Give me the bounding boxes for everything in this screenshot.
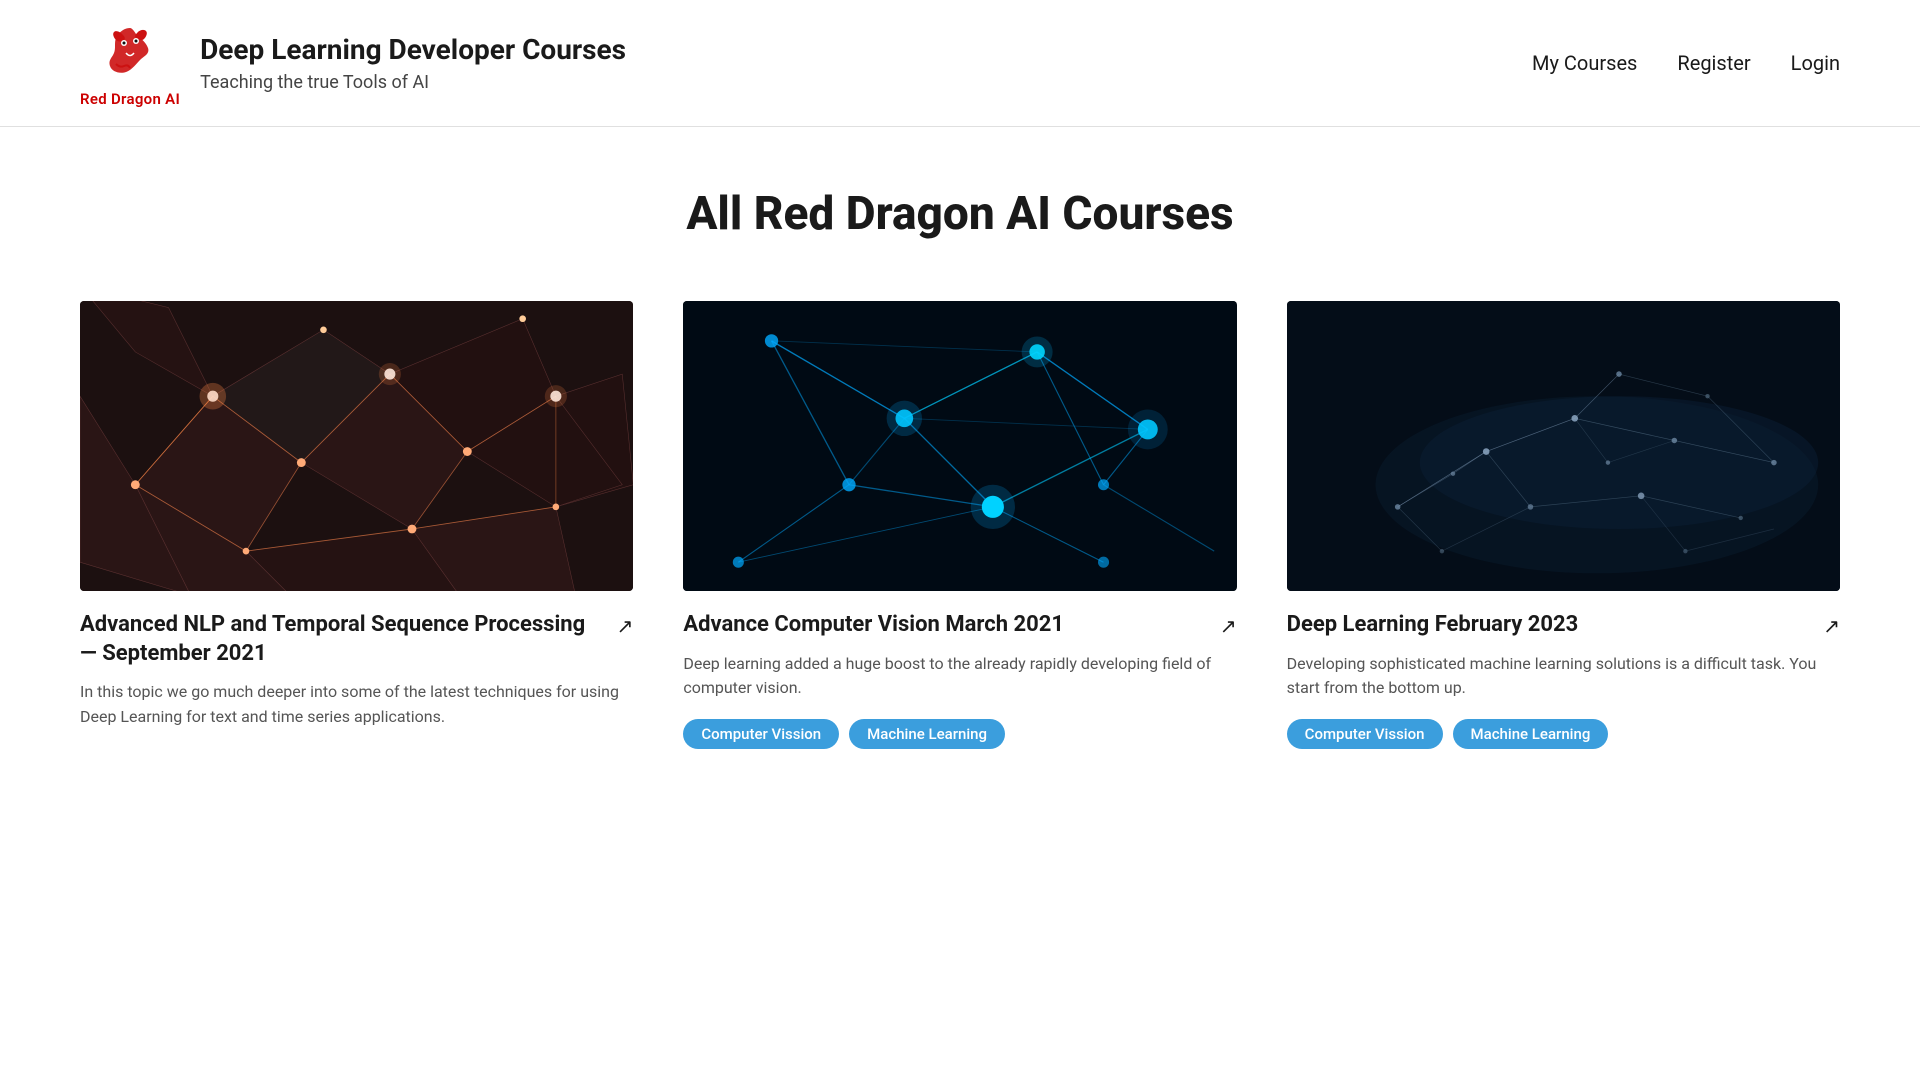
nav-login[interactable]: Login [1791,51,1840,75]
course-description-2: Deep learning added a huge boost to the … [683,652,1236,702]
main-content: All Red Dragon AI Courses [0,127,1920,829]
course-title-1: Advanced NLP and Temporal Sequence Proce… [80,611,607,668]
course-tags-3: Computer Vission Machine Learning [1287,719,1840,749]
course-title-3: Deep Learning February 2023 [1287,611,1579,640]
course-card-1[interactable]: Advanced NLP and Temporal Sequence Proce… [80,301,633,749]
course-image-2 [683,301,1236,591]
header-left: Red Dragon AI Deep Learning Developer Co… [80,18,626,108]
course-description-1: In this topic we go much deeper into som… [80,680,633,730]
course-image-1 [80,301,633,591]
header-title-block: Deep Learning Developer Courses Teaching… [200,33,626,93]
tag-computer-vision-2[interactable]: Computer Vission [683,719,839,749]
site-header: Red Dragon AI Deep Learning Developer Co… [0,0,1920,127]
course-title-row-3: Deep Learning February 2023 ↗ [1287,611,1840,640]
nav-my-courses[interactable]: My Courses [1532,51,1637,75]
course-arrow-1: ↗ [617,614,634,638]
tag-computer-vision-3[interactable]: Computer Vission [1287,719,1443,749]
course-title-row-2: Advance Computer Vision March 2021 ↗ [683,611,1236,640]
course-title-2: Advance Computer Vision March 2021 [683,611,1064,640]
logo-container[interactable]: Red Dragon AI [80,18,180,108]
course-image-3 [1287,301,1840,591]
page-heading: All Red Dragon AI Courses [80,187,1840,241]
tag-machine-learning-3[interactable]: Machine Learning [1453,719,1609,749]
course-arrow-2: ↗ [1220,614,1237,638]
course-description-3: Developing sophisticated machine learnin… [1287,652,1840,702]
course-title-row-1: Advanced NLP and Temporal Sequence Proce… [80,611,633,668]
site-subtitle: Teaching the true Tools of AI [200,72,626,93]
site-title: Deep Learning Developer Courses [200,33,626,66]
course-arrow-3: ↗ [1823,614,1840,638]
header-nav: My Courses Register Login [1532,51,1840,75]
nav-register[interactable]: Register [1677,51,1750,75]
course-tags-2: Computer Vission Machine Learning [683,719,1236,749]
dragon-logo-icon [96,18,164,86]
tag-machine-learning-2[interactable]: Machine Learning [849,719,1005,749]
course-card-3[interactable]: Deep Learning February 2023 ↗ Developing… [1287,301,1840,749]
logo-text: Red Dragon AI [80,90,180,108]
course-card-2[interactable]: Advance Computer Vision March 2021 ↗ Dee… [683,301,1236,749]
courses-grid: Advanced NLP and Temporal Sequence Proce… [80,301,1840,749]
